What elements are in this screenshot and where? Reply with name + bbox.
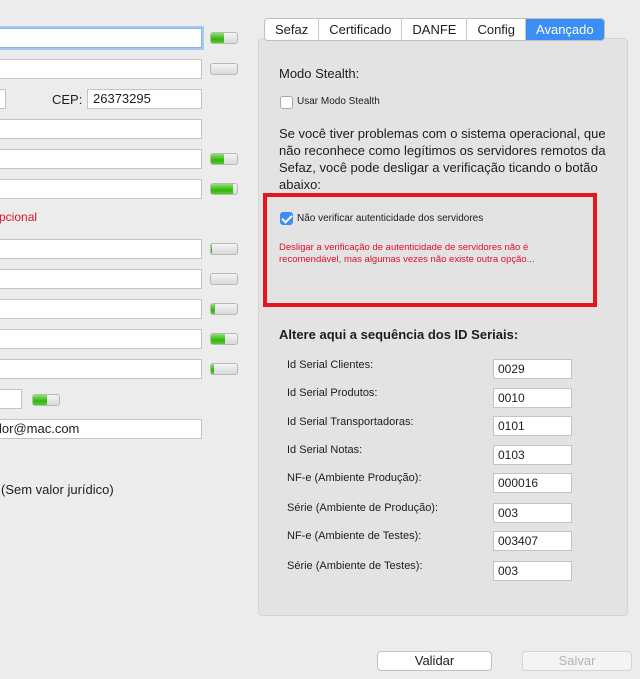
status-bar-fill — [211, 244, 213, 254]
status-bar-fill — [211, 154, 224, 164]
field-9[interactable] — [0, 299, 202, 319]
serial-input-serie-producao[interactable]: 003 — [493, 503, 572, 523]
verify-checkbox[interactable] — [280, 212, 293, 225]
field-7[interactable] — [0, 239, 202, 259]
status-bar-fill — [211, 364, 214, 374]
serial-label-clientes: Id Serial Clientes: — [287, 359, 374, 371]
tab-danfe[interactable]: DANFE — [402, 19, 468, 40]
serial-input-notas[interactable]: 0103 — [493, 445, 572, 465]
status-bar-9 — [210, 363, 238, 375]
status-bar-7 — [210, 303, 238, 315]
field-11[interactable] — [0, 359, 202, 379]
serial-label-serie-producao: Série (Ambiente de Produção): — [287, 502, 439, 514]
serial-input-clientes[interactable]: 0029 — [493, 359, 572, 379]
status-bar-fill — [211, 184, 234, 194]
serial-label-produtos: Id Serial Produtos: — [287, 387, 378, 399]
serial-input-produtos[interactable]: 0010 — [493, 388, 572, 408]
serial-input-transportadoras[interactable]: 0101 — [493, 416, 572, 436]
serial-input-serie-testes[interactable]: 003 — [493, 561, 572, 581]
tab-avancado[interactable]: Avançado — [526, 19, 604, 40]
status-bar-10 — [32, 394, 60, 406]
serial-label-serie-testes: Série (Ambiente de Testes): — [287, 560, 423, 572]
tab-bar: Sefaz Certificado DANFE Config Avançado — [264, 18, 605, 41]
email-field[interactable]: lor@mac.com — [0, 419, 202, 439]
validate-button[interactable]: Validar — [377, 651, 492, 671]
field-12[interactable] — [0, 389, 22, 409]
stealth-title: Modo Stealth: — [279, 66, 360, 81]
status-bar-fill — [211, 33, 224, 43]
optional-note: pcional — [0, 210, 38, 224]
field-10[interactable] — [0, 329, 202, 349]
serial-input-nfe-producao[interactable]: 000016 — [493, 473, 572, 493]
status-bar-fill — [33, 395, 48, 405]
cep-field[interactable]: 26373295 — [87, 89, 202, 109]
tab-certificado[interactable]: Certificado — [319, 19, 403, 40]
problem-text: Se você tiver problemas com o sistema op… — [279, 126, 606, 192]
status-bar-8 — [210, 333, 238, 345]
serial-label-nfe-producao: NF-e (Ambiente Produção): — [287, 472, 422, 484]
status-bar-5 — [210, 243, 238, 255]
name-field[interactable] — [0, 28, 202, 48]
stealth-checkbox-label: Usar Modo Stealth — [297, 96, 380, 107]
serials-heading: Altere aqui a sequência dos ID Seriais: — [279, 327, 519, 342]
status-bar-2 — [210, 63, 238, 75]
verify-checkbox-label: Não verificar autenticidade dos servidor… — [297, 213, 484, 224]
serial-label-nfe-testes: NF-e (Ambiente de Testes): — [287, 530, 422, 542]
save-button[interactable]: Salvar — [522, 651, 632, 671]
status-bar-fill — [211, 304, 215, 314]
field-8[interactable] — [0, 269, 202, 289]
district-field[interactable] — [0, 119, 202, 139]
city-field[interactable] — [0, 149, 202, 169]
cep-label: CEP: — [52, 92, 83, 107]
status-bar-3 — [210, 153, 238, 165]
serial-label-notas: Id Serial Notas: — [287, 444, 363, 456]
verify-warning: Desligar a verificação de autenticidade … — [279, 242, 535, 265]
state-field[interactable] — [0, 179, 202, 199]
serial-label-transportadoras: Id Serial Transportadoras: — [287, 416, 414, 428]
no-legal-value-text: (Sem valor jurídico) — [1, 482, 114, 497]
status-bar-4 — [210, 183, 238, 195]
tab-sefaz[interactable]: Sefaz — [265, 19, 320, 40]
address-field[interactable] — [0, 59, 202, 79]
status-bar-fill — [211, 334, 226, 344]
status-bar-1 — [210, 32, 238, 44]
status-bar-6 — [210, 273, 238, 285]
number-field[interactable] — [0, 89, 6, 109]
serial-input-nfe-testes[interactable]: 003407 — [493, 531, 572, 551]
stealth-checkbox[interactable] — [280, 96, 293, 109]
tab-config[interactable]: Config — [467, 19, 527, 40]
